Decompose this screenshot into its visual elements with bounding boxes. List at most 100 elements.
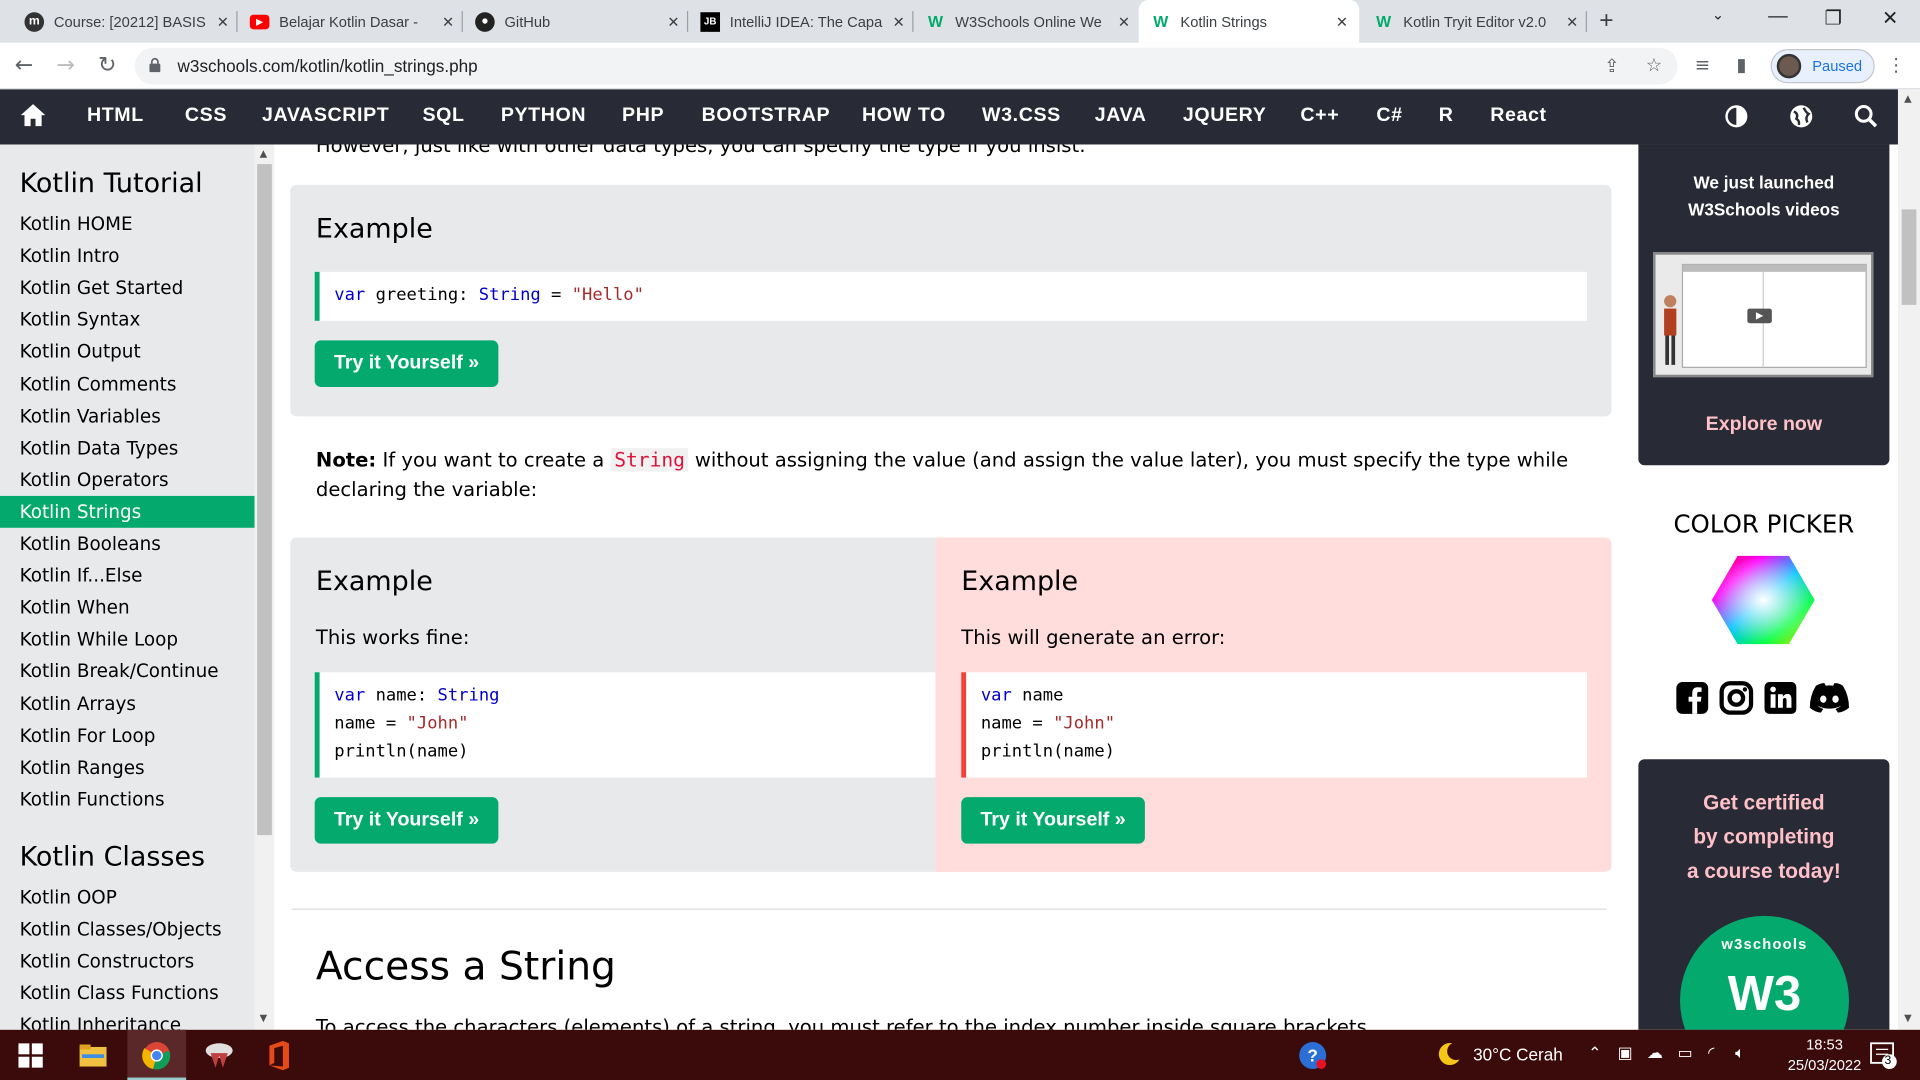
notification-center-icon[interactable] [1869,1041,1898,1070]
close-icon[interactable]: ✕ [664,13,684,30]
explore-now-link[interactable]: Explore now [1638,414,1889,436]
sidebar-item[interactable]: Kotlin Functions [0,783,255,815]
forward-icon[interactable]: → [56,53,74,79]
close-icon[interactable]: ✕ [438,13,458,30]
sidebar-item[interactable]: Kotlin Inheritance [0,1009,255,1029]
close-icon[interactable]: ✕ [213,13,233,30]
nav-r[interactable]: R [1439,105,1454,127]
reload-icon[interactable]: ↻ [98,53,116,79]
address-bar[interactable]: w3schools.com/kotlin/kotlin_strings.php … [134,47,1678,85]
page-scroll-thumb[interactable] [1901,209,1917,305]
nav-bootstrap[interactable]: BOOTSTRAP [702,105,831,127]
nav-java[interactable]: JAVA [1095,105,1147,127]
menu-kebab-icon[interactable]: ⋮ [1887,54,1905,76]
window-close-icon[interactable]: ✕ [1882,6,1898,30]
linkedin-icon[interactable] [1763,681,1797,715]
weather-text[interactable]: 30°C Cerah [1473,1044,1563,1064]
ad-videos[interactable]: We just launched W3Schools videos Explore… [1638,144,1890,466]
side-panel-icon[interactable]: ▮ [1736,54,1746,76]
close-icon[interactable]: ✕ [1562,13,1582,30]
globe-icon[interactable] [1789,104,1813,128]
close-icon[interactable]: ✕ [1332,13,1352,30]
clock-date[interactable]: 25/03/2022 [1773,1057,1876,1074]
sidebar-item[interactable]: Kotlin Syntax [0,304,255,336]
windows-start-icon[interactable] [18,1043,43,1068]
nav-sql[interactable]: SQL [422,105,464,127]
tab-github[interactable]: ● GitHub ✕ [465,0,683,43]
sidebar-item[interactable]: Kotlin HOME [0,208,255,240]
nav-react[interactable]: React [1490,105,1546,127]
reading-list-icon[interactable]: ≡ [1695,54,1710,76]
nav-w3css[interactable]: W3.CSS [982,105,1061,127]
close-icon[interactable]: ✕ [889,13,909,30]
profile-button[interactable]: Paused [1770,48,1875,84]
show-hidden-icons-icon[interactable]: ⌃ [1588,1044,1601,1062]
nav-php[interactable]: PHP [622,105,664,127]
nav-python[interactable]: PYTHON [501,105,586,127]
chrome-icon[interactable] [142,1041,171,1070]
nav-cpp[interactable]: C++ [1300,105,1339,127]
sidebar-item[interactable]: Kotlin Intro [0,240,255,272]
back-icon[interactable]: ← [15,53,33,79]
nav-css[interactable]: CSS [185,105,227,127]
sidebar-item[interactable]: Kotlin Class Functions [0,978,255,1010]
sidebar-item[interactable]: Kotlin Variables [0,400,255,432]
device-icon[interactable]: ▣ [1618,1044,1633,1062]
clock-time[interactable]: 18:53 [1782,1035,1868,1055]
ad-get-certified[interactable]: Get certified by completing a course today… [1638,759,1890,1030]
minimize-icon[interactable]: — [1768,6,1788,28]
nav-jquery[interactable]: JQUERY [1183,105,1267,127]
sidebar-item[interactable]: Kotlin Strings [0,495,255,528]
try-it-yourself-button[interactable]: Try it Yourself » [314,340,499,387]
sidebar-item[interactable]: Kotlin If...Else [0,560,255,592]
battery-icon[interactable]: ▭ [1678,1044,1693,1062]
tab-youtube[interactable]: ▶ Belajar Kotlin Dasar - ✕ [240,0,458,43]
color-picker-heading[interactable]: COLOR PICKER [1638,509,1889,538]
tab-intellij[interactable]: JB IntelliJ IDEA: The Capa ✕ [691,0,909,43]
tab-search-icon[interactable]: ⌄ [1712,6,1724,23]
facebook-icon[interactable] [1675,681,1709,715]
sidebar-item[interactable]: Kotlin OOP [0,882,255,914]
file-explorer-icon[interactable] [78,1042,107,1069]
sidebar-item[interactable]: Kotlin Ranges [0,751,255,783]
sidebar-item[interactable]: Kotlin Classes/Objects [0,914,255,946]
sidebar-item[interactable]: Kotlin Booleans [0,528,255,560]
nav-csharp[interactable]: C# [1376,105,1402,127]
scroll-down-icon[interactable]: ▼ [260,1013,268,1024]
nav-html[interactable]: HTML [87,105,144,127]
discord-icon[interactable] [1807,681,1851,715]
tab-course[interactable]: m Course: [20212] BASIS ✕ [15,0,233,43]
sidebar-item[interactable]: Kotlin Data Types [0,432,255,464]
sidebar-item[interactable]: Kotlin While Loop [0,624,255,656]
nav-howto[interactable]: HOW TO [862,105,946,127]
scroll-up-icon[interactable]: ▲ [1904,93,1912,104]
help-icon[interactable]: ? [1298,1041,1327,1070]
page-scrollbar[interactable]: ▲ ▼ [1897,89,1920,1030]
tab-w3schools-home[interactable]: W W3Schools Online We ✕ [916,0,1134,43]
scroll-down-icon[interactable]: ▼ [1904,1013,1912,1024]
sidebar-item[interactable]: Kotlin Output [0,336,255,368]
color-picker-hexagon-icon[interactable] [1711,553,1815,646]
share-icon[interactable]: ⇪ [1604,55,1619,77]
sidebar-scroll-thumb[interactable] [257,164,272,836]
try-it-yourself-button[interactable]: Try it Yourself » [961,797,1145,844]
instagram-icon[interactable] [1719,681,1754,715]
maximize-icon[interactable]: ❐ [1825,6,1843,30]
video-thumbnail-image[interactable] [1653,252,1874,378]
new-tab-button[interactable]: + [1599,7,1613,35]
wifi-icon[interactable]: ◜ [1708,1044,1714,1062]
sidebar-item[interactable]: Kotlin Operators [0,464,255,496]
sidebar-item[interactable]: Kotlin For Loop [0,720,255,752]
tab-kotlin-tryit[interactable]: W Kotlin Tryit Editor v2.0 ✕ [1364,0,1582,43]
app-icon[interactable] [203,1041,235,1070]
sidebar-scrollbar[interactable]: ▲ ▼ [254,144,275,1030]
scroll-up-icon[interactable]: ▲ [260,148,268,159]
volume-icon[interactable]: 🔈︎ [1735,1044,1745,1062]
sidebar-item[interactable]: Kotlin Comments [0,368,255,400]
close-icon[interactable]: ✕ [1114,13,1134,30]
sidebar-item[interactable]: Kotlin Get Started [0,272,255,304]
cloud-icon[interactable]: ☁ [1647,1044,1663,1062]
dark-mode-icon[interactable] [1724,104,1748,128]
sidebar-item[interactable]: Kotlin Break/Continue [0,656,255,688]
bookmark-star-icon[interactable]: ☆ [1646,54,1662,76]
